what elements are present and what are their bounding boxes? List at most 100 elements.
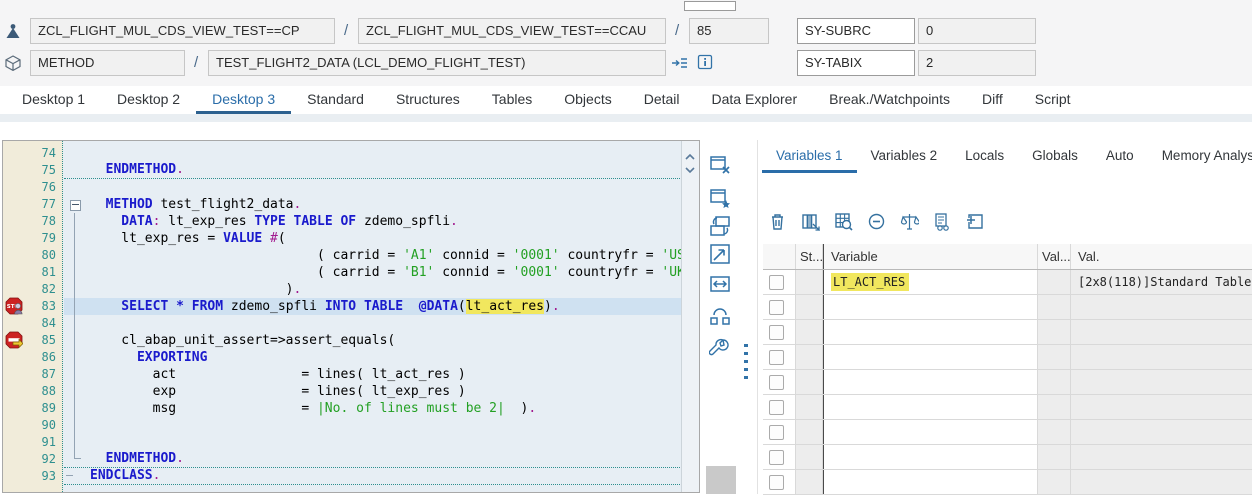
row-select-cell[interactable] <box>763 320 796 344</box>
create-data-view-icon[interactable] <box>966 212 985 231</box>
breakpoint-icon[interactable] <box>5 331 24 349</box>
tab-data-explorer[interactable]: Data Explorer <box>696 88 814 114</box>
include-field[interactable]: ZCL_FLIGHT_MUL_CDS_VIEW_TEST==CCAU <box>358 18 666 44</box>
row-checkbox[interactable] <box>769 474 784 490</box>
sysfield-name-input[interactable]: SY-SUBRC <box>797 18 915 44</box>
tab-memory-analysis[interactable]: Memory Analysis <box>1148 145 1252 173</box>
row-checkbox[interactable] <box>769 449 784 465</box>
row-checkbox[interactable] <box>769 274 784 290</box>
row-checkbox[interactable] <box>769 399 784 415</box>
code-line-76[interactable] <box>64 179 682 196</box>
tab-desktop-2[interactable]: Desktop 2 <box>101 88 196 114</box>
goto-statement-icon[interactable] <box>671 55 687 71</box>
event-type-field[interactable]: METHOD <box>30 50 185 76</box>
code-line-85[interactable]: cl_abap_unit_assert=>assert_equals( <box>64 332 682 349</box>
row-checkbox[interactable] <box>769 299 784 315</box>
row-checkbox[interactable] <box>769 324 784 340</box>
tab-script[interactable]: Script <box>1019 88 1087 114</box>
code-line-79[interactable]: lt_exp_res = VALUE #( <box>64 230 682 247</box>
code-line-91[interactable] <box>64 434 682 451</box>
code-line-74[interactable] <box>64 145 682 162</box>
full-width-icon[interactable] <box>709 273 731 295</box>
tab-globals[interactable]: Globals <box>1018 145 1092 173</box>
tab-tables[interactable]: Tables <box>476 88 548 114</box>
code-line-80[interactable]: ( carrid = 'A1' connid = '0001' countryf… <box>64 247 682 264</box>
tab-objects[interactable]: Objects <box>548 88 627 114</box>
compare-icon[interactable] <box>900 212 919 231</box>
create-view-icon[interactable] <box>709 187 731 209</box>
row-select-cell[interactable] <box>763 295 796 319</box>
tab-variables-2[interactable]: Variables 2 <box>857 145 952 173</box>
scrollbar-thumb[interactable] <box>684 1 736 11</box>
code-line-93[interactable]: ENDCLASS. <box>64 468 682 485</box>
event-name-field[interactable]: TEST_FLIGHT2_DATA (LCL_DEMO_FLIGHT_TEST) <box>208 50 666 76</box>
scroll-up-icon[interactable] <box>685 153 695 161</box>
table-row[interactable] <box>763 295 1252 320</box>
sysfield-name-input[interactable]: SY-TABIX <box>797 50 915 76</box>
line-number-field[interactable]: 85 <box>689 18 769 44</box>
table-row[interactable] <box>763 345 1252 370</box>
row-checkbox[interactable] <box>769 349 784 365</box>
table-row[interactable] <box>763 445 1252 470</box>
table-search-icon[interactable] <box>834 212 853 231</box>
debugger-stopped-breakpoint-icon[interactable]: STO <box>5 297 23 315</box>
code-line-89[interactable]: msg = |No. of lines must be 2| ). <box>64 400 682 417</box>
code-line-77[interactable]: METHOD test_flight2_data. <box>64 196 682 213</box>
editor-gutter[interactable]: 74 75 76 77 78 79 80 81 82 83 84 85 86 87 88 89 90 91 92 93… <box>3 141 63 492</box>
fold-collapse-box[interactable] <box>70 200 81 211</box>
row-select-cell[interactable] <box>763 395 796 419</box>
tab-detail[interactable]: Detail <box>628 88 696 114</box>
column-header-select[interactable] <box>763 244 796 269</box>
code-line-88[interactable]: exp = lines( lt_exp_res ) <box>64 383 682 400</box>
column-header-val[interactable]: Val... <box>1038 244 1071 269</box>
row-select-cell[interactable] <box>763 470 796 494</box>
code-area[interactable]: ENDMETHOD. METHOD test_flight2_data. DAT… <box>64 141 682 492</box>
detach-view-icon[interactable] <box>709 243 731 265</box>
split-view-icon[interactable] <box>709 305 731 327</box>
tab-variables-1[interactable]: Variables 1 <box>762 145 857 173</box>
column-header-variable[interactable]: Variable <box>823 244 1038 269</box>
code-line-87[interactable]: act = lines( lt_act_res ) <box>64 366 682 383</box>
tab-locals[interactable]: Locals <box>951 145 1018 173</box>
editor-vertical-scrollbar[interactable] <box>681 141 699 492</box>
row-checkbox[interactable] <box>769 374 784 390</box>
code-line-82[interactable]: ). <box>64 281 682 298</box>
table-row[interactable]: LT_ACT_RES [2x8(118)]Standard Table <box>763 270 1252 295</box>
code-line-84[interactable] <box>64 315 682 332</box>
delete-icon[interactable] <box>768 212 787 231</box>
scroll-down-icon[interactable] <box>685 166 695 174</box>
code-line-83[interactable]: SELECT * FROM zdemo_spfli INTO TABLE @DA… <box>64 298 682 315</box>
row-select-cell[interactable] <box>763 420 796 444</box>
code-editor[interactable]: 74 75 76 77 78 79 80 81 82 83 84 85 86 87 88 89 90 91 92 93… <box>2 140 700 493</box>
row-checkbox[interactable] <box>769 424 784 440</box>
table-row[interactable] <box>763 320 1252 345</box>
code-line-90[interactable] <box>64 417 682 434</box>
tab-desktop-1[interactable]: Desktop 1 <box>6 88 101 114</box>
tab-auto[interactable]: Auto <box>1092 145 1148 173</box>
row-select-cell[interactable] <box>763 270 796 294</box>
code-line-86[interactable]: EXPORTING <box>64 349 682 366</box>
row-select-cell[interactable] <box>763 445 796 469</box>
tab-diff[interactable]: Diff <box>966 88 1019 114</box>
table-row[interactable] <box>763 395 1252 420</box>
tab-standard[interactable]: Standard <box>291 88 380 114</box>
row-select-cell[interactable] <box>763 370 796 394</box>
column-header-val[interactable]: Val. <box>1071 244 1252 269</box>
table-row[interactable] <box>763 470 1252 495</box>
replace-view-icon[interactable] <box>709 215 731 237</box>
services-wrench-icon[interactable] <box>709 337 731 359</box>
code-line-75[interactable]: ENDMETHOD. <box>64 162 682 179</box>
code-line-81[interactable]: ( carrid = 'B1' connid = '0001' countryf… <box>64 264 682 281</box>
table-row[interactable] <box>763 370 1252 395</box>
sort-icon[interactable] <box>933 212 952 231</box>
panel-splitter-handle[interactable] <box>744 344 748 379</box>
collapse-icon[interactable] <box>867 212 886 231</box>
program-field[interactable]: ZCL_FLIGHT_MUL_CDS_VIEW_TEST==CP <box>30 18 335 44</box>
code-line-78[interactable]: DATA: lt_exp_res TYPE TABLE OF zdemo_spf… <box>64 213 682 230</box>
tab-break-watchpoints[interactable]: Break./Watchpoints <box>813 88 966 114</box>
info-icon[interactable] <box>697 54 713 70</box>
variable-name[interactable]: LT_ACT_RES <box>831 273 910 291</box>
tab-structures[interactable]: Structures <box>380 88 476 114</box>
table-row[interactable] <box>763 420 1252 445</box>
close-view-icon[interactable] <box>709 154 731 176</box>
